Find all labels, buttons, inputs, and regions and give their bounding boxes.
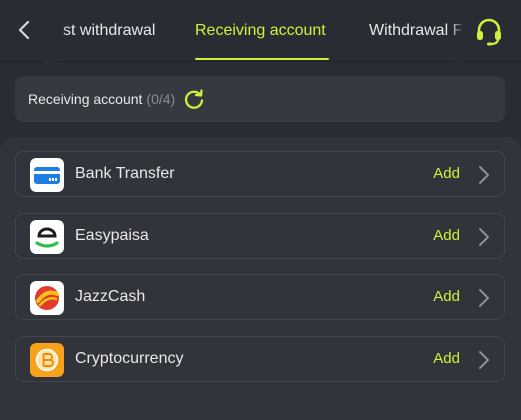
chevron-right-icon xyxy=(479,351,489,369)
chevron-right-icon xyxy=(479,166,489,184)
add-button[interactable]: Add xyxy=(433,152,460,196)
receiving-account-summary: Receiving account (0/4) xyxy=(15,76,505,122)
chevron-left-icon xyxy=(18,20,30,40)
method-row-bank-transfer[interactable]: Bank Transfer Add xyxy=(15,151,505,197)
active-tab-indicator xyxy=(195,58,329,60)
chevron-right-icon xyxy=(479,228,489,246)
method-name: Cryptocurrency xyxy=(75,350,184,367)
customer-support-button[interactable] xyxy=(472,14,506,48)
easypaisa-logo xyxy=(30,220,64,254)
method-row-jazzcash[interactable]: JazzCash Add xyxy=(15,274,505,320)
bitcoin-coin-icon xyxy=(30,343,64,377)
tab-fast-withdrawal[interactable]: st withdrawal xyxy=(63,0,155,62)
add-button[interactable]: Add xyxy=(433,337,460,381)
bank-card-icon xyxy=(30,158,64,192)
tab-withdrawal-record[interactable]: Withdrawal F xyxy=(369,0,462,62)
refresh-button[interactable] xyxy=(183,88,205,110)
tab-fade-left xyxy=(44,0,68,62)
chevron-right-icon xyxy=(479,289,489,307)
top-nav-bar: st withdrawal Receiving account Withdraw… xyxy=(0,0,521,62)
add-button[interactable]: Add xyxy=(433,214,460,258)
tab-fade-right xyxy=(450,0,464,62)
add-button[interactable]: Add xyxy=(433,275,460,319)
payment-methods-panel: Bank Transfer Add Easypaisa Add JazzCash… xyxy=(0,137,521,420)
back-button[interactable] xyxy=(10,16,38,44)
method-row-easypaisa[interactable]: Easypaisa Add xyxy=(15,213,505,259)
headset-icon xyxy=(477,18,501,46)
jazzcash-logo xyxy=(30,281,64,315)
tab-strip: st withdrawal Receiving account Withdraw… xyxy=(44,0,464,62)
account-count: (0/4) xyxy=(146,91,176,107)
method-name: JazzCash xyxy=(75,288,146,305)
refresh-icon xyxy=(185,89,204,109)
method-name: Bank Transfer xyxy=(75,165,175,182)
method-name: Easypaisa xyxy=(75,227,149,244)
tab-receiving-account[interactable]: Receiving account xyxy=(195,0,326,62)
method-row-cryptocurrency[interactable]: Cryptocurrency Add xyxy=(15,336,505,382)
summary-label: Receiving account xyxy=(28,91,143,107)
